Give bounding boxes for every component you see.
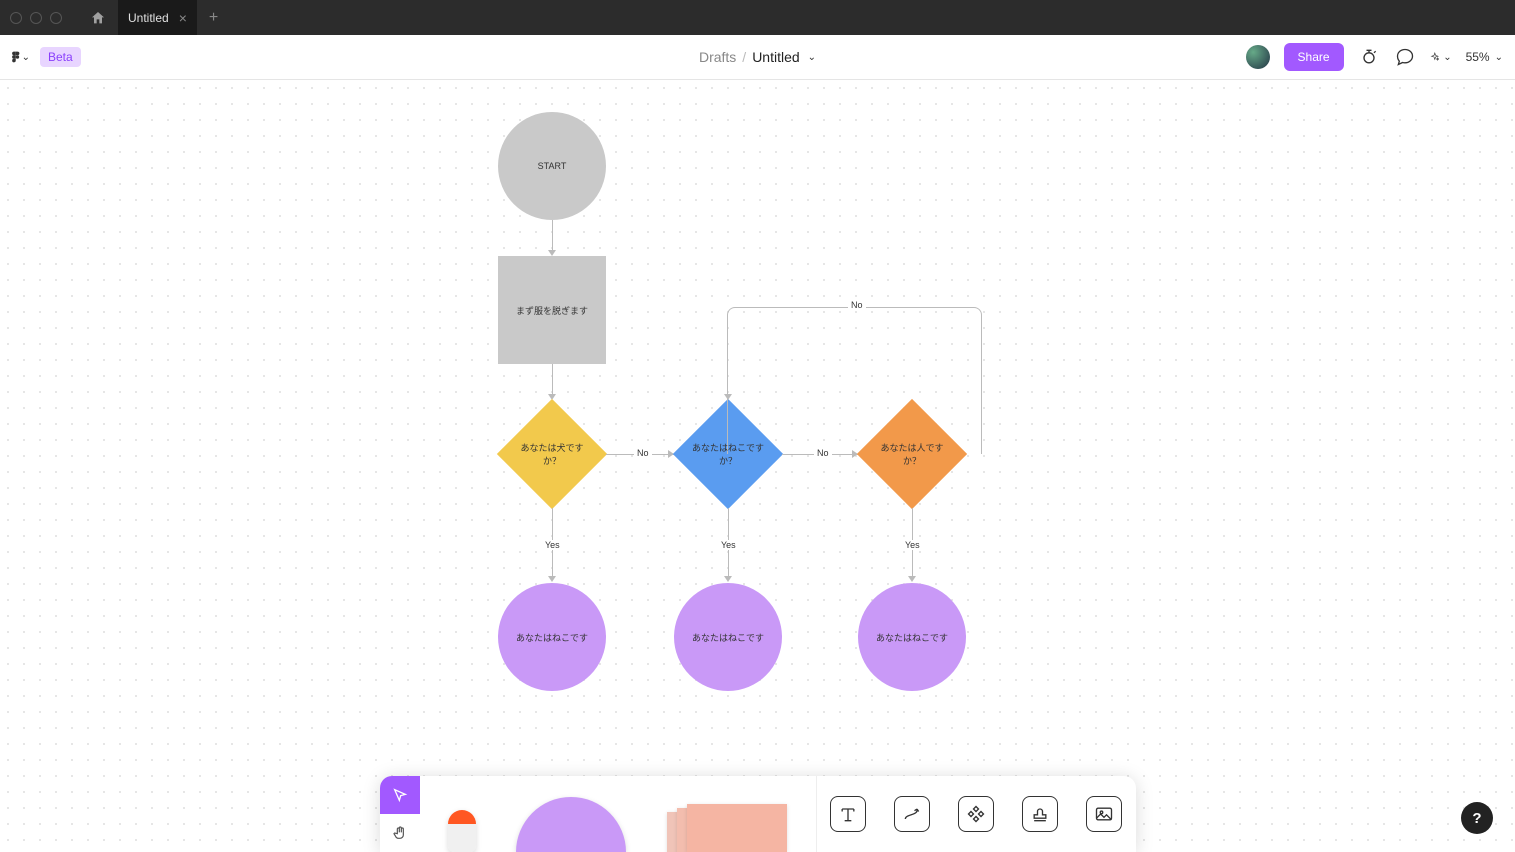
cursor-icon <box>392 787 408 803</box>
node-start[interactable]: START <box>498 112 606 220</box>
arrowhead-icon <box>724 576 732 582</box>
chevron-down-icon: ⌄ <box>22 52 30 63</box>
connector-label-no: No <box>848 300 866 310</box>
hand-icon <box>392 825 408 841</box>
breadcrumb-title[interactable]: Untitled <box>752 49 799 65</box>
image-tool[interactable] <box>1086 796 1122 832</box>
arrowhead-icon <box>908 576 916 582</box>
sticky-note-tool[interactable] <box>667 804 787 852</box>
breadcrumb-parent[interactable]: Drafts <box>699 49 736 65</box>
timer-button[interactable] <box>1358 46 1380 68</box>
titlebar: Untitled × + <box>0 0 1515 35</box>
tool-shapes-group <box>420 776 816 852</box>
beta-badge: Beta <box>40 47 81 67</box>
home-icon <box>90 10 106 26</box>
zoom-value: 55% <box>1466 50 1490 64</box>
widgets-tool[interactable] <box>958 796 994 832</box>
arrowhead-icon <box>724 394 732 400</box>
tool-icons-group <box>816 776 1136 852</box>
sun-icon <box>1359 47 1379 67</box>
user-avatar[interactable] <box>1246 45 1270 69</box>
hand-tool[interactable] <box>380 814 420 852</box>
tool-select-group <box>380 776 420 852</box>
node-step1[interactable]: まず服を脱ぎます <box>498 256 606 364</box>
canvas[interactable]: START まず服を脱ぎます あなたは犬ですか？ No あなたはねこですか？ N… <box>0 80 1515 852</box>
maximize-window-icon[interactable] <box>50 12 62 24</box>
node-label: START <box>538 161 567 171</box>
connector-label-yes: Yes <box>542 540 563 550</box>
connector-loopback <box>727 307 982 454</box>
connector-label-no: No <box>634 448 652 458</box>
zoom-control[interactable]: 55% ⌄ <box>1466 50 1503 64</box>
chevron-down-icon: ⌄ <box>1495 52 1503 63</box>
close-window-icon[interactable] <box>10 12 22 24</box>
node-label: まず服を脱ぎます <box>516 304 588 317</box>
figma-logo-icon <box>12 47 20 67</box>
help-label: ? <box>1472 810 1481 827</box>
ai-button[interactable]: ⌄ <box>1430 46 1452 68</box>
connector <box>552 220 553 252</box>
marker-tool[interactable] <box>448 810 476 852</box>
sparkle-icon <box>1430 48 1440 66</box>
node-label: あなたはねこです <box>516 631 588 644</box>
chat-icon <box>1395 47 1415 67</box>
connector-label-yes: Yes <box>718 540 739 550</box>
text-icon <box>838 804 858 824</box>
main-menu-button[interactable]: ⌄ <box>12 47 30 67</box>
node-result-1[interactable]: あなたはねこです <box>498 583 606 691</box>
home-button[interactable] <box>82 10 114 26</box>
connector-icon <box>902 804 922 824</box>
move-tool[interactable] <box>380 776 420 814</box>
stamp-icon <box>1030 804 1050 824</box>
arrowhead-icon <box>548 576 556 582</box>
document-tab[interactable]: Untitled × <box>118 0 197 35</box>
node-label: あなたはねこです <box>876 631 948 644</box>
node-result-2[interactable]: あなたはねこです <box>674 583 782 691</box>
connector <box>552 364 553 396</box>
image-icon <box>1094 804 1114 824</box>
node-result-3[interactable]: あなたはねこです <box>858 583 966 691</box>
comments-button[interactable] <box>1394 46 1416 68</box>
node-decision-1[interactable]: あなたは犬ですか？ <box>498 400 606 508</box>
node-label: あなたはねこです <box>692 631 764 644</box>
toolbar <box>380 776 1136 852</box>
tab-title: Untitled <box>128 11 169 25</box>
share-button[interactable]: Share <box>1284 43 1344 71</box>
node-label: あなたは人ですか？ <box>873 441 951 467</box>
shape-tool[interactable] <box>516 797 626 852</box>
connector-label-yes: Yes <box>902 540 923 550</box>
breadcrumb: Drafts / Untitled ⌄ <box>699 49 816 65</box>
text-tool[interactable] <box>830 796 866 832</box>
window-controls <box>10 12 62 24</box>
stamp-tool[interactable] <box>1022 796 1058 832</box>
chevron-down-icon: ⌄ <box>1443 52 1451 63</box>
chevron-down-icon[interactable]: ⌄ <box>808 52 816 63</box>
header-bar: ⌄ Beta Drafts / Untitled ⌄ Share ⌄ 55% ⌄ <box>0 35 1515 80</box>
connector-tool[interactable] <box>894 796 930 832</box>
help-button[interactable]: ? <box>1461 802 1493 834</box>
node-label: あなたはねこですか？ <box>689 441 767 467</box>
minimize-window-icon[interactable] <box>30 12 42 24</box>
close-tab-icon[interactable]: × <box>179 10 187 26</box>
node-label: あなたは犬ですか？ <box>513 441 591 467</box>
new-tab-button[interactable]: + <box>197 9 230 27</box>
diamond-grid-icon <box>966 804 986 824</box>
breadcrumb-separator: / <box>742 49 746 65</box>
